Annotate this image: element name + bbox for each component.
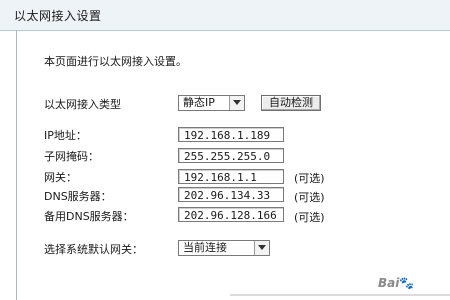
- backup-dns-optional-note: (可选): [294, 211, 325, 224]
- backup-dns-label: 备用DNS服务器：: [44, 210, 134, 223]
- dns-label: DNS服务器：: [44, 190, 112, 203]
- default-gateway-select[interactable]: 当前连接: [178, 240, 270, 256]
- gateway-optional-note: (可选): [294, 172, 325, 185]
- connection-type-select[interactable]: 静态IP: [178, 95, 245, 111]
- page-description: 本页面进行以太网接入设置。: [44, 55, 187, 68]
- chevron-down-icon[interactable]: [229, 96, 244, 110]
- dns-input[interactable]: 202.96.134.33: [178, 187, 284, 202]
- ip-address-input[interactable]: 192.168.1.189: [178, 127, 284, 142]
- subnet-mask-label: 子网掩码：: [44, 150, 99, 163]
- ip-address-label: IP地址：: [44, 129, 87, 142]
- backup-dns-input[interactable]: 202.96.128.166: [178, 207, 284, 222]
- gateway-input[interactable]: 192.168.1.1: [178, 169, 284, 184]
- baidu-paw-icon: 🐾: [399, 276, 415, 290]
- settings-panel: [16, 30, 450, 300]
- connection-type-value: 静态IP: [183, 96, 215, 109]
- title-bar: 以太网接入设置: [0, 0, 450, 31]
- divider: [230, 294, 450, 296]
- subnet-mask-input[interactable]: 255.255.255.0: [178, 148, 284, 163]
- watermark-text: Bai: [378, 276, 400, 290]
- auto-detect-button[interactable]: 自动检测: [261, 95, 321, 111]
- chevron-down-icon[interactable]: [254, 241, 269, 255]
- connection-type-label: 以太网接入类型: [44, 98, 121, 111]
- default-gateway-label: 选择系统默认网关：: [44, 243, 143, 256]
- dns-optional-note: (可选): [294, 191, 325, 204]
- gateway-label: 网关：: [44, 171, 77, 184]
- page-title: 以太网接入设置: [14, 9, 102, 23]
- watermark: Bai🐾: [378, 276, 414, 290]
- default-gateway-value: 当前连接: [183, 241, 227, 254]
